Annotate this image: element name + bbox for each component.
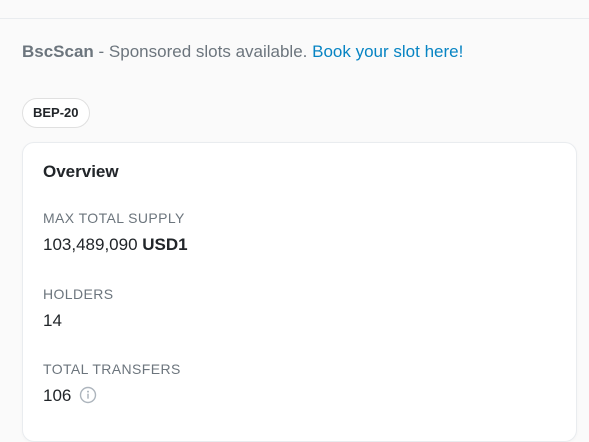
max-total-supply-label: MAX TOTAL SUPPLY [43,210,185,226]
overview-card: Overview MAX TOTAL SUPPLY 103,489,090 US… [22,142,577,442]
total-transfers-value: 106 [43,386,97,409]
holders-label: HOLDERS [43,286,114,302]
book-slot-link[interactable]: Book your slot here! [312,42,463,61]
total-transfers-label: TOTAL TRANSFERS [43,361,181,377]
max-total-supply-value: 103,489,090 USD1 [43,235,188,255]
token-symbol: USD1 [142,235,188,254]
total-transfers-count: 106 [43,386,72,405]
holders-value: 14 [43,311,62,330]
sponsor-banner: BscScan - Sponsored slots available. Boo… [22,41,463,63]
info-circle-icon[interactable] [79,386,97,409]
sponsor-text: - Sponsored slots available. [93,42,313,61]
overview-title: Overview [43,162,119,181]
sponsor-brand: BscScan [22,42,94,61]
token-standard-badge: BEP-20 [22,98,90,128]
top-divider [0,18,589,19]
max-total-supply-amount: 103,489,090 [43,235,138,254]
